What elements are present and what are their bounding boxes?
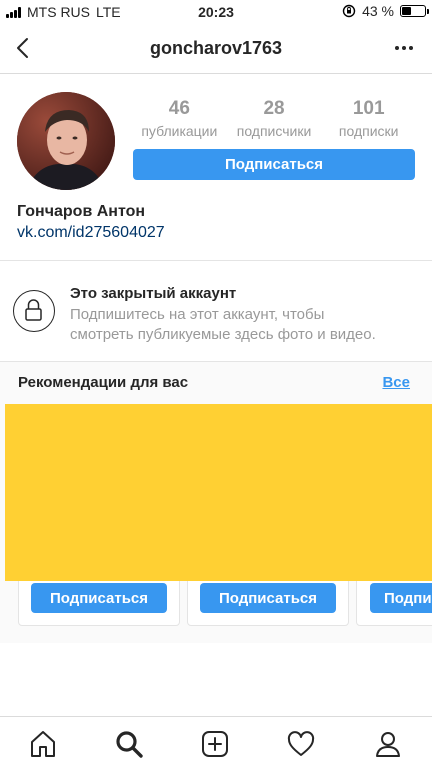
stat-posts[interactable]: 46 публикации xyxy=(132,98,227,139)
reco-follow-button[interactable]: Подпи xyxy=(370,583,432,613)
orientation-lock-icon xyxy=(342,4,356,18)
redaction-overlay xyxy=(5,404,432,581)
private-title: Это закрытый аккаунт xyxy=(70,285,237,302)
posts-count: 46 xyxy=(168,98,190,119)
reco-follow-button[interactable]: Подписаться xyxy=(200,583,336,613)
avatar-photo xyxy=(17,92,115,190)
divider xyxy=(0,260,432,261)
profile-stats: 46 публикации 28 подписчики 101 подписки xyxy=(132,98,416,139)
private-description: Подпишитесь на этот аккаунт, чтобы смотр… xyxy=(70,305,420,345)
search-icon xyxy=(116,731,143,758)
tab-home[interactable] xyxy=(26,727,60,761)
profile-icon xyxy=(376,732,400,757)
status-right: 43 % xyxy=(342,3,429,19)
avatar[interactable] xyxy=(17,92,115,190)
stat-followers[interactable]: 28 подписчики xyxy=(227,98,322,139)
new-post-icon xyxy=(202,731,228,757)
see-all-link[interactable]: Все xyxy=(382,374,410,391)
page-title: goncharov1763 xyxy=(149,38,283,58)
lock-icon xyxy=(13,290,55,332)
nav-bar: goncharov1763 xyxy=(0,24,432,74)
battery-icon xyxy=(400,5,429,17)
battery-percent: 43 % xyxy=(362,3,394,19)
tab-bar xyxy=(0,716,432,769)
tab-activity[interactable] xyxy=(284,727,318,761)
more-dots-icon[interactable] xyxy=(392,36,416,60)
followers-count: 28 xyxy=(263,98,285,119)
private-line-1: Подпишитесь на этот аккаунт, чтобы xyxy=(70,306,325,323)
followers-label: подписчики xyxy=(236,123,312,139)
home-icon xyxy=(31,731,55,757)
following-count: 101 xyxy=(352,98,385,119)
tab-new-post[interactable] xyxy=(198,727,232,761)
private-line-2: смотреть публикуемые здесь фото и видео. xyxy=(70,326,376,343)
recommendations-title: Рекомендации для вас xyxy=(18,374,189,391)
stat-following[interactable]: 101 подписки xyxy=(321,98,416,139)
following-label: подписки xyxy=(338,123,399,139)
profile-name: Гончаров Антон xyxy=(17,203,146,220)
posts-label: публикации xyxy=(141,123,218,139)
heart-icon xyxy=(287,731,315,756)
profile-link[interactable]: vk.com/id275604027 xyxy=(17,224,165,242)
tab-search[interactable] xyxy=(112,727,146,761)
status-bar: MTS RUS LTE 20:23 43 % xyxy=(0,0,432,24)
follow-button[interactable]: Подписаться xyxy=(133,149,415,180)
tab-profile[interactable] xyxy=(371,727,405,761)
reco-follow-button[interactable]: Подписаться xyxy=(31,583,167,613)
